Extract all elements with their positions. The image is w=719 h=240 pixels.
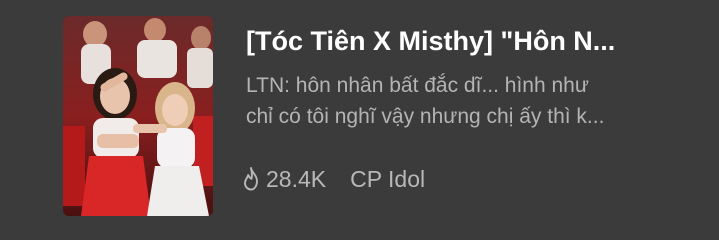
story-meta: 28.4K CP Idol — [240, 163, 425, 195]
description-line: chỉ có tôi nghĩ vậy nhưng chị ấy thì k..… — [246, 105, 605, 128]
story-title[interactable]: [Tóc Tiên X Misthy] "Hôn N... — [246, 24, 658, 58]
description-line: LTN: hôn nhân bất đắc dĩ... hình như — [246, 74, 589, 97]
story-description: LTN: hôn nhân bất đắc dĩ... hình như chỉ… — [246, 70, 648, 132]
view-count: 28.4K — [266, 165, 327, 192]
category-tag[interactable]: CP Idol — [350, 166, 425, 193]
cover-image[interactable] — [63, 16, 213, 216]
story-card[interactable]: [Tóc Tiên X Misthy] "Hôn N... LTN: hôn n… — [0, 0, 719, 240]
flame-icon — [240, 166, 262, 192]
